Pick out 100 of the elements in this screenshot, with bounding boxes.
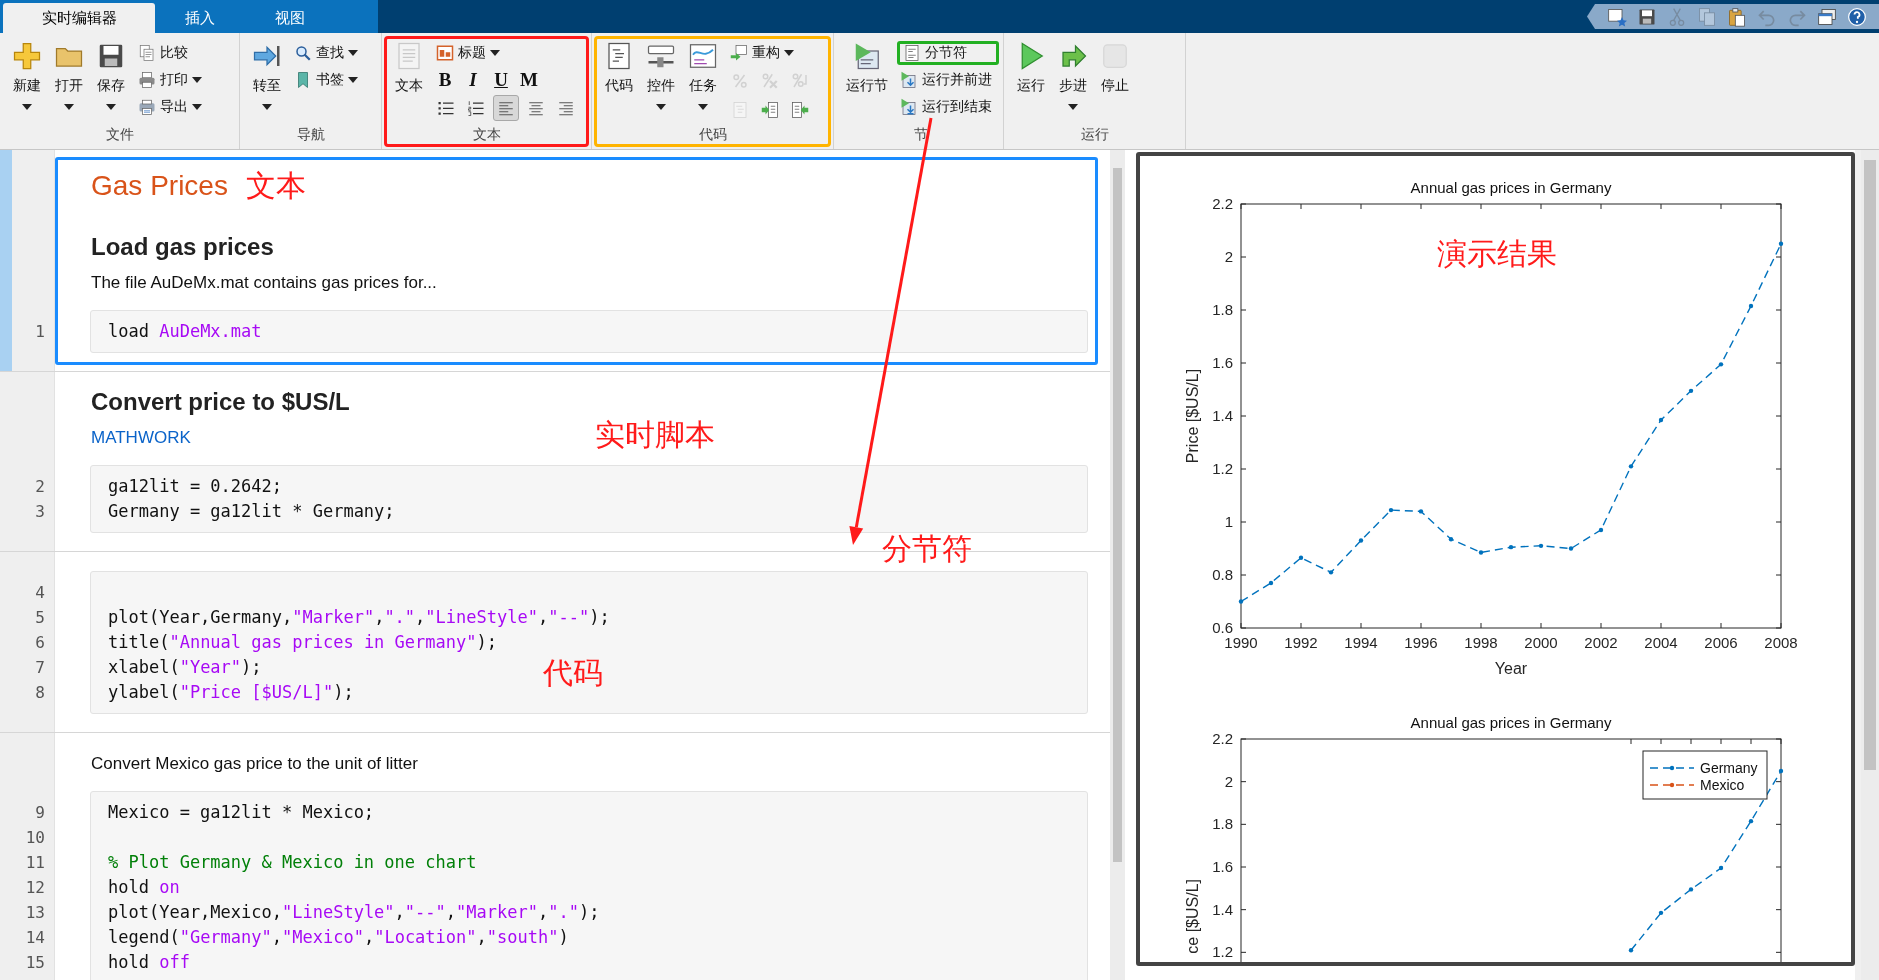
- ribbon-button[interactable]: 控件: [643, 39, 679, 110]
- play-down-arrow-icon: [900, 71, 918, 89]
- data-marker: [1658, 910, 1664, 916]
- line-number: 9: [34, 802, 45, 824]
- group-label: 文本: [471, 126, 502, 144]
- code-line: Mexico = ga12lit * Mexico;: [108, 801, 375, 824]
- plus-icon: [12, 41, 42, 71]
- ribbon-button[interactable]: 转至: [249, 39, 285, 110]
- help-icon[interactable]: [1847, 6, 1867, 27]
- tick-label: 1.4: [1212, 407, 1233, 424]
- ribbon-button[interactable]: 新建: [9, 39, 45, 110]
- section-heading: Load gas prices: [91, 233, 274, 260]
- align-left-icon: [497, 99, 515, 117]
- annotation-label: 分节符: [882, 534, 972, 564]
- tick-label: 2: [1224, 248, 1233, 265]
- format-button[interactable]: U: [489, 68, 513, 92]
- ribbon-button[interactable]: 分节符: [897, 41, 999, 65]
- code-line: xlabel("Year");: [108, 656, 262, 679]
- code-line: load AuDeMx.mat: [108, 320, 262, 343]
- line-number: 11: [24, 852, 45, 874]
- data-marker: [1418, 509, 1424, 514]
- printer-icon: [138, 71, 156, 89]
- ribbon-button[interactable]: 运行并前进: [897, 68, 999, 92]
- code-line: plot(Year,Mexico,"LineStyle","--","Marker",".");: [108, 901, 600, 924]
- tick-label: 2.2: [1212, 195, 1233, 212]
- format-button[interactable]: B: [433, 68, 457, 92]
- ribbon-button[interactable]: 步进: [1055, 39, 1091, 110]
- data-marker: [1688, 388, 1694, 394]
- data-marker: [1778, 241, 1784, 246]
- chart-window-icon: [688, 41, 718, 71]
- ribbon-button[interactable]: 打印: [135, 68, 209, 92]
- format-button[interactable]: M: [517, 68, 541, 92]
- ribbon-button[interactable]: 运行: [1013, 39, 1049, 95]
- ribbon-button[interactable]: 重构: [727, 41, 813, 65]
- indent-icon[interactable]: [761, 101, 779, 119]
- outdent-icon[interactable]: [791, 101, 809, 119]
- scrollbar[interactable]: [1110, 150, 1125, 980]
- line-number: 15: [24, 952, 45, 974]
- scrollbar-thumb[interactable]: [1113, 168, 1122, 862]
- scrollbar-thumb[interactable]: [1864, 160, 1876, 770]
- document-star-icon[interactable]: [1607, 6, 1627, 27]
- ribbon-button[interactable]: 代码: [601, 39, 637, 95]
- data-marker: [1748, 303, 1754, 309]
- code-line: % Plot Germany & Mexico in one chart: [108, 851, 477, 874]
- ribbon-tab[interactable]: 实时编辑器: [3, 3, 155, 33]
- tick-label: 1.2: [1212, 460, 1233, 477]
- group-label: 文件: [104, 126, 135, 144]
- tick-label: 1.2: [1212, 943, 1233, 961]
- code-line: ga12lit = 0.2642;: [108, 475, 282, 498]
- axis-label: Price [$US/L]: [1184, 368, 1201, 464]
- ribbon-button[interactable]: 运行到结束: [897, 95, 999, 119]
- tick-label: 2008: [1764, 634, 1798, 651]
- ribbon-button[interactable]: 书签: [291, 68, 365, 92]
- data-marker: [1778, 768, 1784, 774]
- code-block[interactable]: load AuDeMx.mat: [90, 310, 1088, 353]
- data-marker: [1508, 545, 1514, 550]
- data-marker: [1328, 570, 1334, 575]
- code-block[interactable]: ga12lit = 0.2642; Germany = ga12lit * Germany;: [90, 465, 1088, 533]
- scrollbar[interactable]: [1861, 150, 1879, 980]
- code-block[interactable]: Mexico = ga12lit * Mexico; % Plot Germany & Mexico in one chart hold on plot(Year,Mexico,"LineStyle","--","Marker","."); legend("Germany","Mexico","Location","south") hold off: [90, 791, 1088, 980]
- annotation-label: 文本: [245, 168, 306, 204]
- data-marker: [1688, 887, 1694, 892]
- data-marker: [1628, 464, 1634, 469]
- group-label: 运行: [1079, 126, 1110, 144]
- document-icon: [903, 44, 921, 62]
- format-button[interactable]: I: [461, 68, 485, 92]
- paragraph: The file AuDeMx.mat contains gas prices for...: [91, 273, 437, 292]
- tick-label: 2004: [1644, 634, 1678, 651]
- ribbon-button[interactable]: 标题: [433, 41, 579, 65]
- ribbon-button[interactable]: 保存: [93, 39, 129, 110]
- list-icon: [467, 99, 485, 117]
- tick-label: 1.6: [1212, 858, 1233, 875]
- ribbon-button[interactable]: 导出: [135, 95, 209, 119]
- ribbon-tab[interactable]: 视图: [245, 3, 335, 33]
- code-line: Germany = ga12lit * Germany;: [108, 500, 395, 523]
- ribbon-button[interactable]: 打开: [51, 39, 87, 110]
- data-marker: [1538, 543, 1544, 549]
- legend-line: [1649, 765, 1695, 771]
- link[interactable]: MATHWORK: [91, 428, 191, 447]
- legend-line: [1649, 782, 1695, 788]
- data-marker: [1268, 580, 1274, 586]
- ribbon-button[interactable]: 文本: [391, 39, 427, 95]
- ribbon-tab[interactable]: 插入: [155, 3, 245, 33]
- clipboard-icon[interactable]: [1727, 6, 1747, 27]
- ribbon-button[interactable]: 查找: [291, 41, 365, 65]
- legend-label: Mexico: [1700, 777, 1745, 793]
- tick-label: 2000: [1524, 634, 1558, 651]
- windows-icon[interactable]: [1817, 6, 1837, 27]
- code-line: plot(Year,Germany,"Marker",".","LineStyle","--");: [108, 606, 610, 629]
- tick-label: 0.8: [1212, 566, 1233, 583]
- ribbon-button[interactable]: 运行节: [843, 39, 891, 95]
- box-arrow-icon: [730, 44, 748, 62]
- code-line: title("Annual gas prices in Germany");: [108, 631, 497, 654]
- tick-label: 1.6: [1212, 354, 1233, 371]
- ribbon-button[interactable]: 任务: [685, 39, 721, 110]
- data-marker: [1718, 865, 1724, 871]
- ribbon-button[interactable]: 比较: [135, 41, 209, 65]
- tick-label: 1990: [1224, 634, 1258, 651]
- annotation-label: 演示结果: [1437, 236, 1557, 272]
- chart-title: Annual gas prices in Germany: [1410, 179, 1612, 196]
